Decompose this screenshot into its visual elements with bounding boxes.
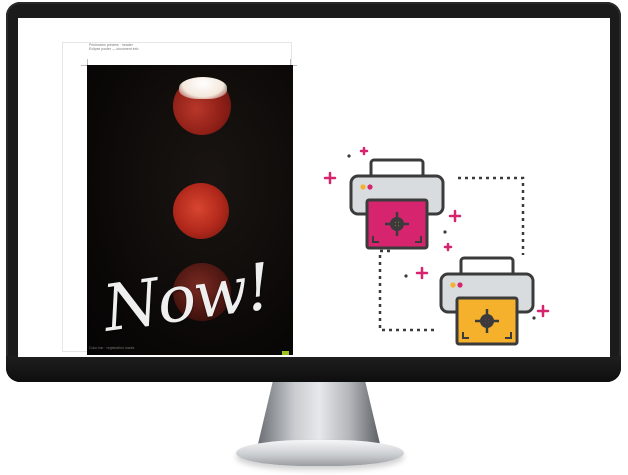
connector-line [378,249,438,332]
printers-illustration [323,146,550,346]
monitor-stand-base [236,440,404,466]
monitor-stand-neck [258,382,380,444]
monitor-chin [6,356,621,382]
monitor-screen: Printmarks preview · header Eclipse post… [18,18,610,357]
printer-icon [439,256,535,346]
connector-line [458,176,525,255]
printer-icon [349,158,445,250]
